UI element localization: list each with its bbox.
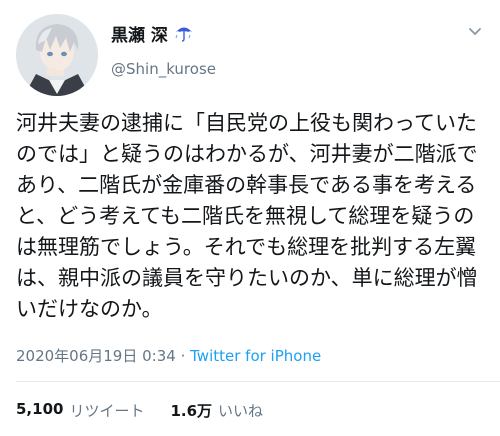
meta-separator: · <box>175 347 191 365</box>
avatar[interactable] <box>16 14 98 96</box>
tweet-text: 河井夫妻の逮捕に「自民党の上役も関わっていたのでは」と疑うのはわかるが、河井妻が… <box>16 111 478 321</box>
likes-count[interactable]: 1.6万 <box>170 400 212 421</box>
tweet-meta: 2020年06月19日 0:34 · Twitter for iPhone <box>16 345 321 366</box>
retweets-label[interactable]: リツイート <box>69 400 144 421</box>
tweet-source-link[interactable]: Twitter for iPhone <box>190 347 321 365</box>
divider <box>16 381 500 382</box>
likes-label[interactable]: いいね <box>218 400 263 421</box>
retweets-count[interactable]: 5,100 <box>16 400 63 421</box>
stats-spacer <box>150 400 164 421</box>
tweet-card: 黒瀬 深 @Shin_kurose 河井夫妻の逮捕に「自民党の上役も関わっていた… <box>0 0 500 436</box>
avatar-image <box>16 14 98 96</box>
umbrella-with-rain-icon <box>174 23 194 43</box>
chevron-down-icon[interactable] <box>466 22 484 40</box>
tweet-timestamp[interactable]: 2020年06月19日 0:34 <box>16 347 176 365</box>
display-name[interactable]: 黒瀬 深 <box>111 21 168 46</box>
user-handle[interactable]: @Shin_kurose <box>111 60 216 78</box>
user-name-row: 黒瀬 深 <box>111 20 194 46</box>
tweet-stats: 5,100 リツイート 1.6万 いいね <box>16 400 263 421</box>
